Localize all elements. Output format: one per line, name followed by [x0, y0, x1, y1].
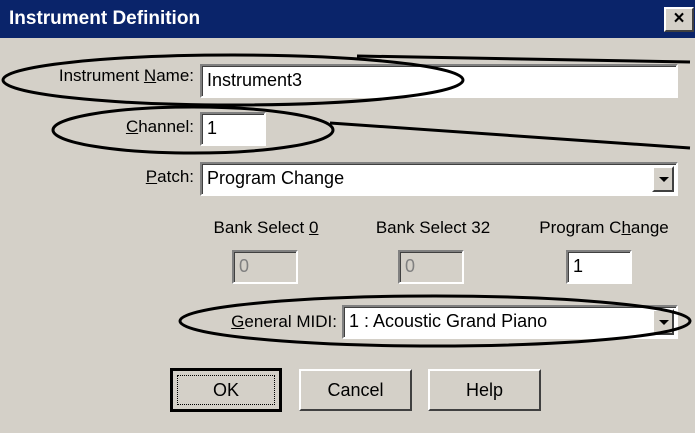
bank-select-0-value: 0: [239, 256, 250, 276]
patch-select[interactable]: Program Change: [200, 162, 678, 196]
cancel-button-label: Cancel: [327, 380, 384, 400]
patch-value: Program Change: [207, 168, 345, 188]
general-midi-select[interactable]: 1 : Acoustic Grand Piano: [342, 305, 678, 339]
program-change-value: 1: [573, 256, 584, 276]
bank-select-32-label: Bank Select 32: [375, 218, 491, 237]
close-button[interactable]: ×: [664, 7, 694, 32]
window-title: Instrument Definition: [9, 8, 201, 29]
chevron-down-icon[interactable]: [652, 166, 674, 192]
patch-label: Patch:: [145, 167, 194, 186]
instrument-name-input[interactable]: Instrument3: [200, 64, 678, 98]
program-change-input[interactable]: 1: [566, 250, 632, 284]
annotation-leader-line-2: [329, 121, 691, 150]
help-button[interactable]: Help: [428, 369, 541, 411]
channel-value: 1: [207, 118, 218, 138]
chevron-down-icon[interactable]: [652, 309, 674, 335]
program-change-label: Program Change: [539, 218, 669, 237]
channel-label: Channel:: [125, 117, 194, 136]
focus-rectangle: [177, 375, 275, 405]
bank-select-32-value: 0: [405, 256, 416, 276]
instrument-name-value: Instrument3: [207, 70, 303, 90]
general-midi-label: General MIDI:: [231, 312, 337, 331]
close-icon: ×: [673, 8, 685, 29]
help-button-label: Help: [465, 380, 504, 400]
ok-button[interactable]: OK: [170, 368, 282, 412]
channel-input[interactable]: 1: [200, 112, 266, 146]
bank-select-0-label: Bank Select 0: [213, 218, 319, 237]
bank-select-32-input: 0: [398, 250, 464, 284]
instrument-name-label: Instrument Name:: [58, 66, 194, 85]
bank-select-0-input: 0: [232, 250, 298, 284]
cancel-button[interactable]: Cancel: [299, 369, 412, 411]
annotation-leader-line-1: [356, 54, 691, 64]
general-midi-value: 1 : Acoustic Grand Piano: [349, 311, 548, 331]
title-bar: Instrument Definition ×: [0, 0, 695, 38]
